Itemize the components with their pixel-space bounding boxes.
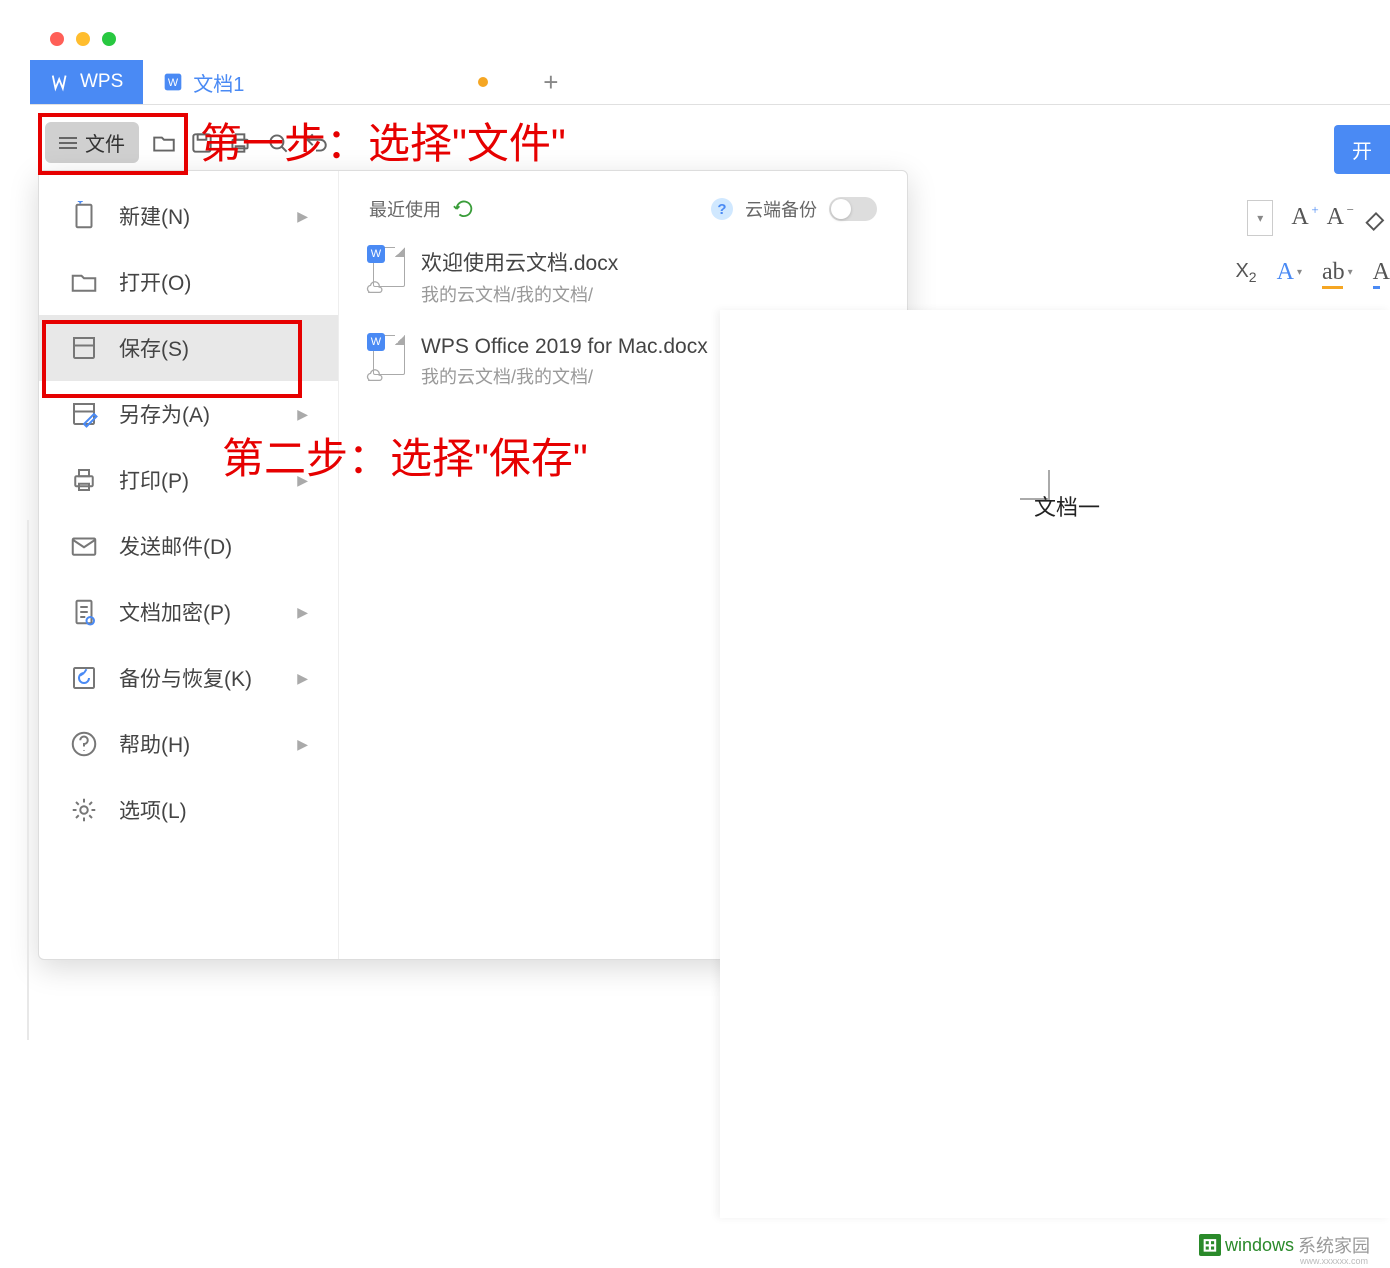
minimize-window-icon[interactable] xyxy=(76,32,90,46)
left-edge-line xyxy=(27,520,29,1040)
plus-icon: + xyxy=(543,67,558,98)
menu-item-label: 另存为(A) xyxy=(119,399,210,429)
document-canvas[interactable] xyxy=(720,310,1390,1218)
subscript-button[interactable]: X2 xyxy=(1235,260,1256,285)
quick-toolbar: 文件 xyxy=(45,120,1390,165)
file-path: 我的云文档/我的文档/ xyxy=(421,363,708,389)
watermark-brand: windows xyxy=(1225,1235,1294,1256)
menu-item-backup[interactable]: 备份与恢复(K) ▶ xyxy=(39,645,338,711)
file-thumb-icon: W xyxy=(369,335,405,379)
menu-item-label: 文档加密(P) xyxy=(119,597,231,627)
tab-wps-home[interactable]: WPS xyxy=(30,60,143,104)
mail-icon xyxy=(69,531,99,561)
save-icon xyxy=(69,333,99,363)
close-window-icon[interactable] xyxy=(50,32,64,46)
chevron-right-icon: ▶ xyxy=(297,208,308,225)
menu-item-label: 发送邮件(D) xyxy=(119,531,232,561)
tab-document[interactable]: W 文档1 xyxy=(143,60,523,104)
help-icon xyxy=(69,729,99,759)
clear-format-icon[interactable] xyxy=(1362,204,1390,232)
save-icon[interactable] xyxy=(189,130,215,156)
menu-item-saveas[interactable]: 另存为(A) ▶ xyxy=(39,381,338,447)
watermark: ⊞ windows系统家园 www.xxxxxx.com xyxy=(1199,1232,1370,1258)
file-name: 欢迎使用云文档.docx xyxy=(421,247,618,277)
restore-icon xyxy=(69,663,99,693)
ribbon-start-button[interactable]: 开 xyxy=(1334,125,1390,174)
tab-bar: WPS W 文档1 + xyxy=(30,60,1390,105)
chevron-right-icon: ▶ xyxy=(297,406,308,423)
help-badge-icon[interactable]: ? xyxy=(711,198,733,220)
menu-item-label: 新建(N) xyxy=(119,201,190,231)
recent-label: 最近使用 xyxy=(369,196,441,222)
window-controls xyxy=(50,32,116,46)
file-thumb-icon: W xyxy=(369,247,405,291)
new-file-icon xyxy=(69,201,99,231)
menu-item-label: 备份与恢复(K) xyxy=(119,663,252,693)
undo-icon[interactable] xyxy=(303,130,329,156)
menu-item-save[interactable]: 保存(S) xyxy=(39,315,338,381)
menu-item-label: 打开(O) xyxy=(119,267,191,297)
chevron-right-icon: ▶ xyxy=(297,670,308,687)
cloud-backup-label: 云端备份 xyxy=(745,196,817,222)
folder-icon xyxy=(69,267,99,297)
chevron-right-icon: ▶ xyxy=(297,604,308,621)
refresh-icon[interactable] xyxy=(453,198,475,220)
recent-file-item[interactable]: W 欢迎使用云文档.docx 我的云文档/我的文档/ xyxy=(369,247,877,307)
menu-item-open[interactable]: 打开(O) xyxy=(39,249,338,315)
cloud-icon xyxy=(363,281,385,295)
tab-document-label: 文档1 xyxy=(193,68,244,97)
menu-item-help[interactable]: 帮助(H) ▶ xyxy=(39,711,338,777)
new-tab-button[interactable]: + xyxy=(523,60,578,104)
watermark-suffix: 系统家园 xyxy=(1298,1232,1370,1258)
menu-item-label: 打印(P) xyxy=(119,465,189,495)
print-icon[interactable] xyxy=(227,130,253,156)
open-folder-icon[interactable] xyxy=(151,130,177,156)
highlight-button[interactable]: ab▾ xyxy=(1322,259,1353,286)
font-color-button[interactable]: A xyxy=(1373,259,1390,286)
cloud-backup-toggle[interactable] xyxy=(829,197,877,221)
text-effects-button[interactable]: A▾ xyxy=(1277,259,1302,286)
file-path: 我的云文档/我的文档/ xyxy=(421,281,618,307)
menu-item-label: 帮助(H) xyxy=(119,729,190,759)
svg-text:W: W xyxy=(168,77,179,89)
cloud-icon xyxy=(363,369,385,383)
file-info: WPS Office 2019 for Mac.docx 我的云文档/我的文档/ xyxy=(421,335,708,389)
decrease-font-button[interactable]: A− xyxy=(1327,204,1344,231)
file-info: 欢迎使用云文档.docx 我的云文档/我的文档/ xyxy=(421,247,618,307)
file-menu-list: 新建(N) ▶ 打开(O) 保存(S) 另存为(A) ▶ 打印(P) ▶ 发送邮… xyxy=(39,171,339,959)
file-menu-label: 文件 xyxy=(85,128,125,157)
watermark-logo-icon: ⊞ xyxy=(1199,1234,1221,1256)
lock-doc-icon xyxy=(69,597,99,627)
printer-icon xyxy=(69,465,99,495)
menu-item-label: 选项(L) xyxy=(119,795,187,825)
menu-item-sendmail[interactable]: 发送邮件(D) xyxy=(39,513,338,579)
chevron-right-icon: ▶ xyxy=(297,736,308,753)
tab-wps-label: WPS xyxy=(80,71,123,93)
font-size-controls: ▾ A+ A− xyxy=(1247,195,1390,240)
watermark-sub: www.xxxxxx.com xyxy=(1300,1256,1368,1266)
document-body-text: 文档一 xyxy=(1034,490,1100,522)
save-as-icon xyxy=(69,399,99,429)
hamburger-icon xyxy=(59,137,77,149)
print-preview-icon[interactable] xyxy=(265,130,291,156)
file-name: WPS Office 2019 for Mac.docx xyxy=(421,335,708,359)
menu-item-encrypt[interactable]: 文档加密(P) ▶ xyxy=(39,579,338,645)
recent-header: 最近使用 ? 云端备份 xyxy=(369,196,877,222)
maximize-window-icon[interactable] xyxy=(102,32,116,46)
text-effects-controls: X2 A▾ ab▾ A xyxy=(1235,250,1390,295)
menu-item-label: 保存(S) xyxy=(119,333,189,363)
file-menu-button[interactable]: 文件 xyxy=(45,122,139,163)
menu-item-options[interactable]: 选项(L) xyxy=(39,777,338,843)
increase-font-button[interactable]: A+ xyxy=(1291,204,1308,231)
wps-logo-icon xyxy=(50,71,72,93)
menu-item-print[interactable]: 打印(P) ▶ xyxy=(39,447,338,513)
gear-icon xyxy=(69,795,99,825)
word-doc-icon: W xyxy=(163,72,183,92)
modified-indicator-icon xyxy=(478,77,488,87)
menu-item-new[interactable]: 新建(N) ▶ xyxy=(39,183,338,249)
chevron-right-icon: ▶ xyxy=(297,472,308,489)
dropdown-arrow-icon[interactable]: ▾ xyxy=(1247,200,1273,236)
